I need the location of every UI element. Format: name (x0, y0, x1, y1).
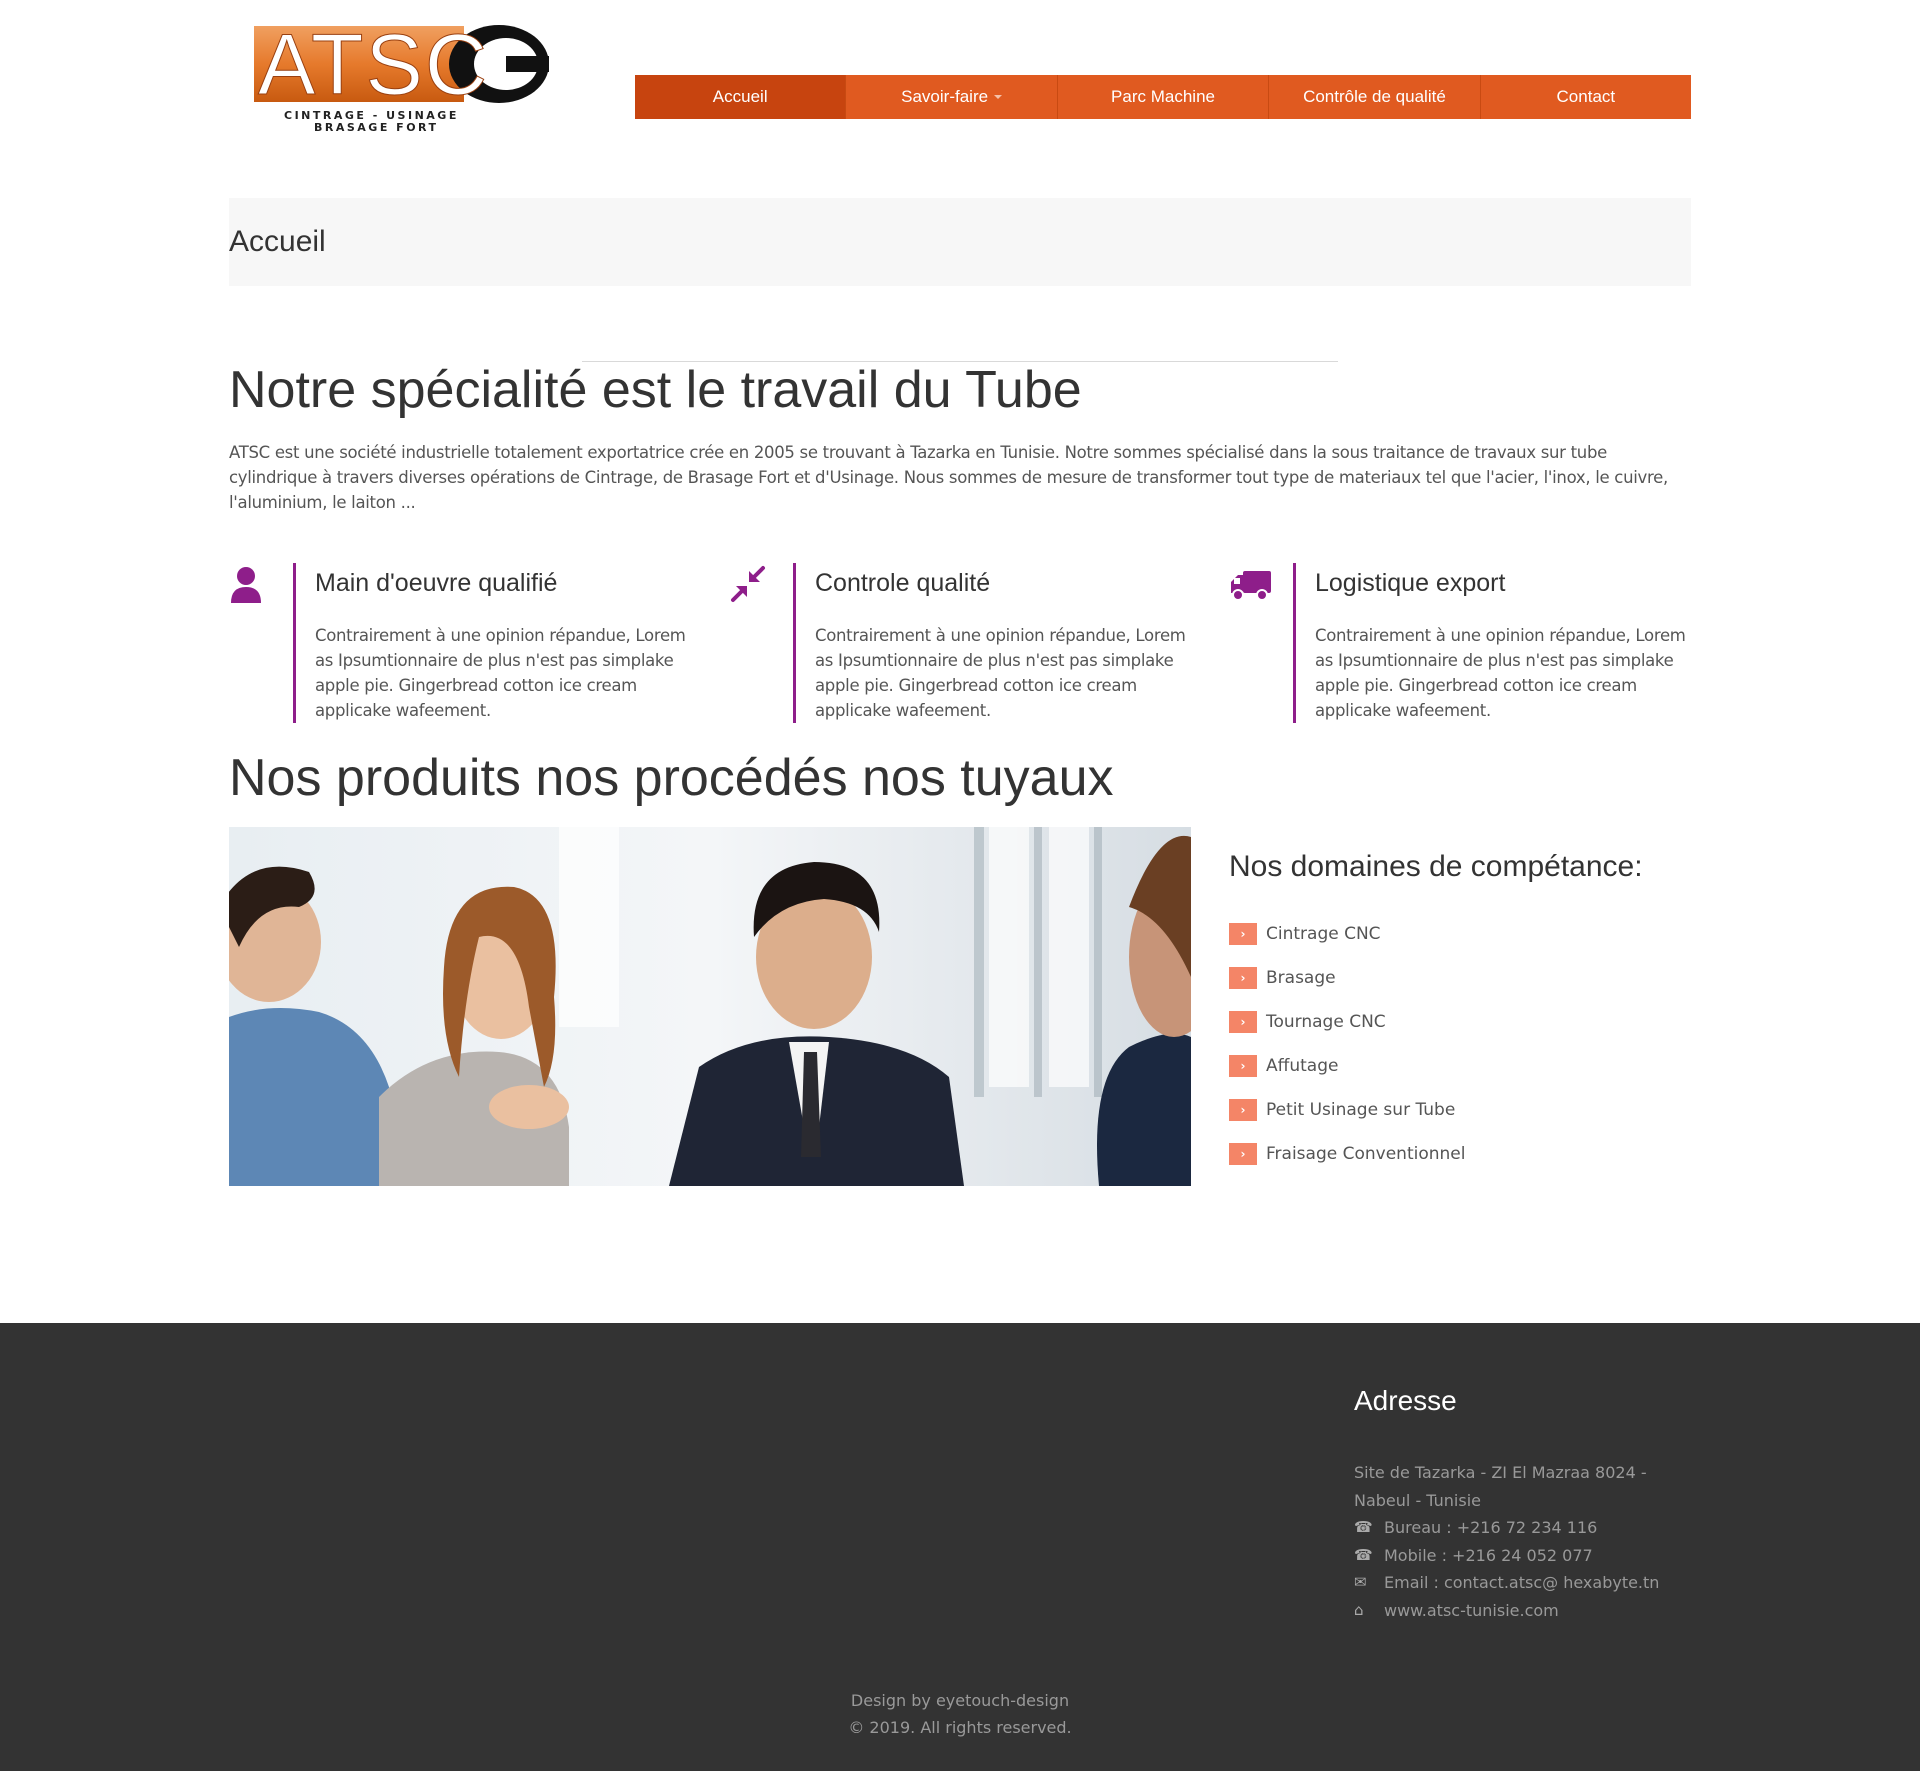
feature-bar (293, 563, 296, 723)
chevron-right-icon: › (1229, 1011, 1257, 1033)
feature-text: Contrairement à une opinion répandue, Lo… (815, 626, 1186, 720)
logo-tagline-2: BRASAGE FORT (314, 121, 439, 134)
list-item[interactable]: › Petit Usinage sur Tube (1229, 1088, 1465, 1132)
footer-address: Site de Tazarka - ZI El Mazraa 8024 - Na… (1354, 1463, 1647, 1510)
chevron-right-icon: › (1229, 1055, 1257, 1077)
chevron-down-icon (994, 95, 1003, 99)
copyright: Design by eyetouch-design © 2019. All ri… (0, 1687, 1920, 1741)
feature-bar (793, 563, 796, 723)
section-title-speciality: Notre spécialité est le travail du Tube (229, 361, 1082, 419)
domains-list: › Cintrage CNC › Brasage › Tournage CNC › Af… (1229, 912, 1465, 1176)
list-item[interactable]: › Tournage CNC (1229, 1000, 1465, 1044)
page-title-bar: Accueil (229, 198, 1691, 286)
design-credit[interactable]: Design by eyetouch-design (0, 1687, 1920, 1714)
intro-paragraph: ATSC est une société industrielle totale… (229, 443, 1668, 512)
chevron-right-icon: › (1229, 923, 1257, 945)
footer-email-row[interactable]: ✉ Email : contact.atsc@ hexabyte.tn (1354, 1569, 1694, 1597)
footer-website-row[interactable]: ⌂ www.atsc-tunisie.com (1354, 1597, 1694, 1625)
compress-icon (729, 565, 771, 605)
page-title: Accueil (229, 225, 326, 258)
section-title-produits: Nos produits nos procédés nos tuyaux (229, 749, 1114, 807)
site-logo[interactable]: ATSC CINTRAGE - USINAGE BRASAGE FORT (254, 24, 549, 136)
feature-text: Contrairement à une opinion répandue, Lo… (1315, 626, 1686, 720)
feature-title: Controle qualité (815, 569, 991, 597)
feature-title: Logistique export (1315, 569, 1506, 597)
footer-mobile-row: ☎ Mobile : +216 24 052 077 (1354, 1542, 1694, 1570)
chevron-right-icon: › (1229, 1099, 1257, 1121)
footer-address-title: Adresse (1354, 1385, 1457, 1416)
nav-accueil[interactable]: Accueil (635, 75, 847, 119)
footer-address-block: Site de Tazarka - ZI El Mazraa 8024 - Na… (1354, 1459, 1694, 1624)
home-icon: ⌂ (1354, 1600, 1364, 1619)
team-meeting-photo (229, 827, 1191, 1186)
nav-parc-machine[interactable]: Parc Machine (1058, 75, 1270, 119)
list-item[interactable]: › Brasage (1229, 956, 1465, 1000)
user-icon (229, 565, 271, 605)
footer: Adresse Site de Tazarka - ZI El Mazraa 8… (0, 1323, 1920, 1771)
feature-controle-qualite: Controle qualité Contrairement à une opi… (729, 563, 1199, 723)
list-item[interactable]: › Affutage (1229, 1044, 1465, 1088)
domains-title: Nos domaines de compétance: (1229, 850, 1643, 883)
feature-bar (1293, 563, 1296, 723)
chevron-right-icon: › (1229, 1143, 1257, 1165)
copyright-text: © 2019. All rights reserved. (848, 1718, 1072, 1737)
nav-controle-qualite[interactable]: Contrôle de qualité (1269, 75, 1481, 119)
list-item[interactable]: › Cintrage CNC (1229, 912, 1465, 956)
feature-main-oeuvre: Main d'oeuvre qualifié Contrairement à u… (229, 563, 699, 723)
footer-bureau-row: ☎ Bureau : +216 72 234 116 (1354, 1514, 1694, 1542)
logo-letters: ATSC (258, 24, 489, 113)
main-nav: Accueil Savoir-faire Parc Machine Contrô… (635, 75, 1691, 119)
feature-title: Main d'oeuvre qualifié (315, 569, 558, 597)
nav-contact[interactable]: Contact (1481, 75, 1691, 119)
phone-icon: ☎ (1354, 1545, 1373, 1564)
nav-savoir-faire[interactable]: Savoir-faire (846, 75, 1058, 119)
truck-icon (1229, 565, 1271, 605)
envelope-icon: ✉ (1354, 1573, 1367, 1591)
feature-logistique: Logistique export Contrairement à une op… (1229, 563, 1699, 723)
list-item[interactable]: › Fraisage Conventionnel (1229, 1132, 1465, 1176)
feature-text: Contrairement à une opinion répandue, Lo… (315, 626, 686, 720)
phone-icon: ☎ (1354, 1518, 1373, 1536)
chevron-right-icon: › (1229, 967, 1257, 989)
